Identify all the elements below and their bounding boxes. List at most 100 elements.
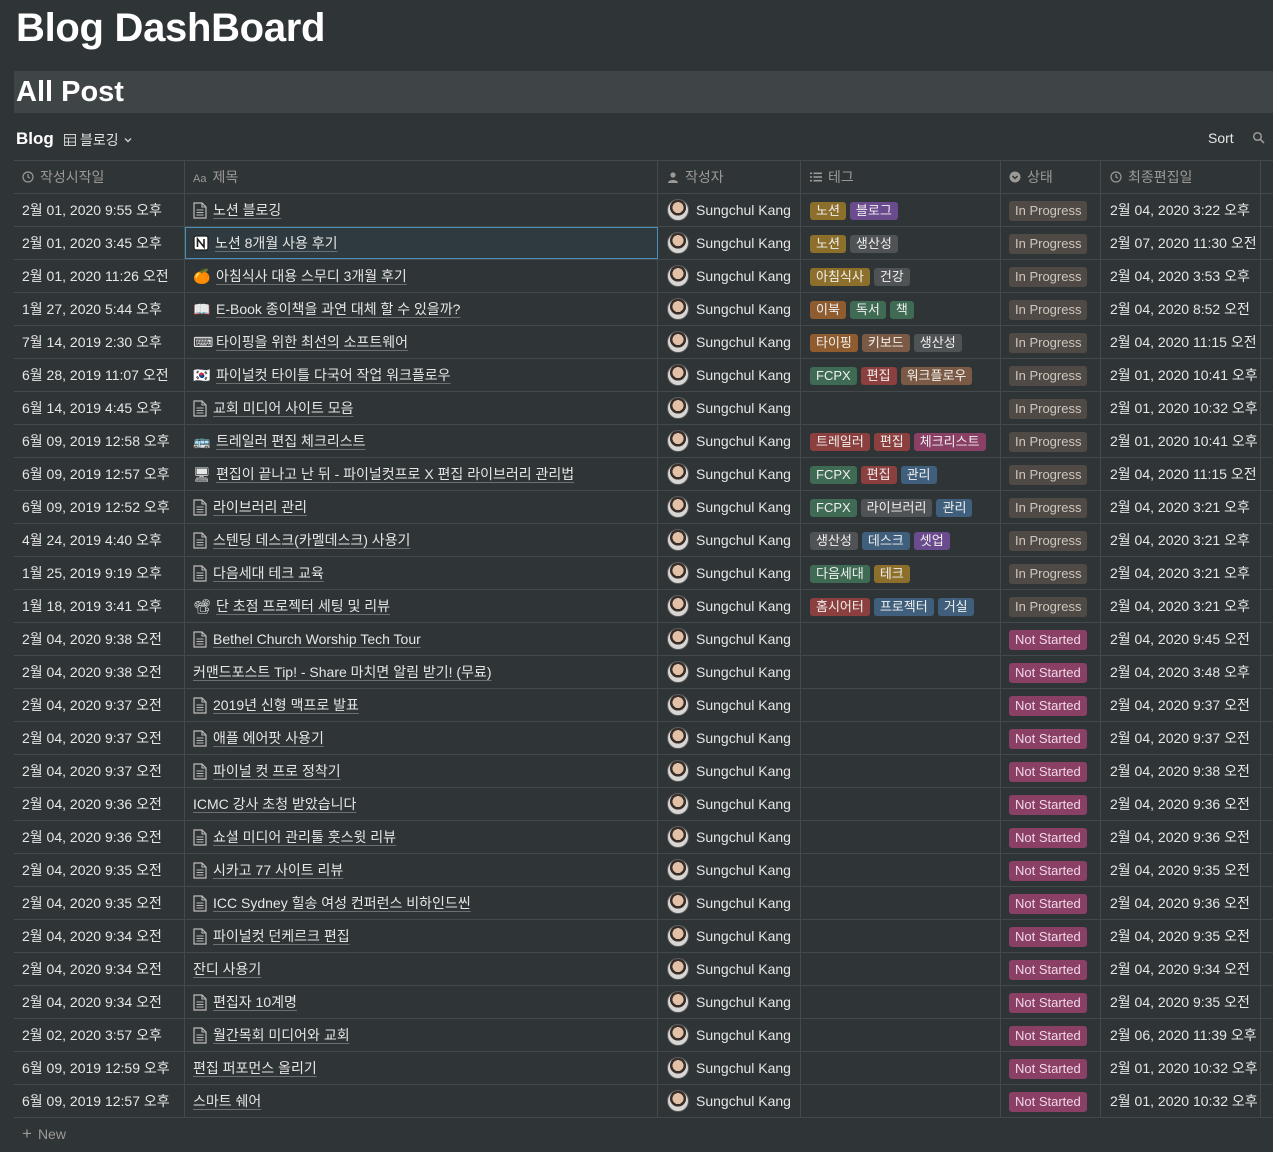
- status-cell[interactable]: Not Started: [1001, 953, 1101, 985]
- tag-badge[interactable]: 라이브러리: [860, 499, 933, 518]
- table-row[interactable]: 2월 04, 2020 9:35 오전 시카고 77 사이트 리뷰 Sungchul…: [14, 854, 1273, 887]
- title-cell[interactable]: 2019년 신형 맥프로 발표: [185, 689, 658, 721]
- author-cell[interactable]: Sungchul Kang: [658, 986, 801, 1018]
- status-cell[interactable]: In Progress: [1001, 326, 1101, 358]
- tags-cell[interactable]: [801, 722, 1001, 754]
- post-title-link[interactable]: 다음세대 테크 교육: [213, 557, 324, 589]
- column-header-title[interactable]: Aa 제목: [185, 161, 658, 193]
- tag-badge[interactable]: 아침식사: [810, 268, 870, 287]
- post-title-link[interactable]: 커맨드포스트 Tip! - Share 마치면 알림 받기! (무료): [193, 656, 491, 688]
- start-date-cell[interactable]: 4월 24, 2019 4:40 오후: [14, 524, 185, 556]
- title-cell[interactable]: 🇰🇷 파이널컷 타이틀 다국어 작업 워크플로우: [185, 359, 658, 391]
- tag-badge[interactable]: 체크리스트: [913, 433, 986, 452]
- tag-badge[interactable]: FCPX: [810, 499, 857, 518]
- table-row[interactable]: 6월 28, 2019 11:07 오전 🇰🇷 파이널컷 타이틀 다국어 작업 워크…: [14, 359, 1273, 392]
- start-date-cell[interactable]: 2월 04, 2020 9:38 오전: [14, 623, 185, 655]
- post-title-link[interactable]: 노션 블로깅: [213, 194, 281, 226]
- tags-cell[interactable]: FCPX 라이브러리 관리: [801, 491, 1001, 523]
- tags-cell[interactable]: [801, 953, 1001, 985]
- start-date-cell[interactable]: 6월 09, 2019 12:59 오후: [14, 1052, 185, 1084]
- status-cell[interactable]: In Progress: [1001, 194, 1101, 226]
- title-cell[interactable]: 교회 미디어 사이트 모음: [185, 392, 658, 424]
- tags-cell[interactable]: [801, 821, 1001, 853]
- author-cell[interactable]: Sungchul Kang: [658, 1085, 801, 1117]
- author-cell[interactable]: Sungchul Kang: [658, 788, 801, 820]
- status-cell[interactable]: In Progress: [1001, 359, 1101, 391]
- title-cell[interactable]: 🚌 트레일러 편집 체크리스트: [185, 425, 658, 457]
- author-cell[interactable]: Sungchul Kang: [658, 326, 801, 358]
- tag-badge[interactable]: 관리: [900, 466, 937, 485]
- status-cell[interactable]: Not Started: [1001, 755, 1101, 787]
- author-cell[interactable]: Sungchul Kang: [658, 293, 801, 325]
- post-title-link[interactable]: ICMC 강사 초청 받았습니다: [193, 788, 356, 820]
- tag-badge[interactable]: 생산성: [849, 235, 898, 254]
- post-title-link[interactable]: 편집이 끝나고 난 뒤 - 파이널컷프로 X 편집 라이브러리 관리법: [216, 458, 574, 490]
- tag-badge[interactable]: 편집: [860, 466, 897, 485]
- title-cell[interactable]: 다음세대 테크 교육: [185, 557, 658, 589]
- post-title-link[interactable]: 스마트 쉐어: [193, 1085, 261, 1117]
- start-date-cell[interactable]: 1월 27, 2020 5:44 오후: [14, 293, 185, 325]
- table-row[interactable]: 4월 24, 2019 4:40 오후 스텐딩 데스크(카멜데스크) 사용기 Sun…: [14, 524, 1273, 557]
- table-row[interactable]: 2월 04, 2020 9:36 오전 ICMC 강사 초청 받았습니다 Sungc…: [14, 788, 1273, 821]
- title-cell[interactable]: 파이널 컷 프로 정착기: [185, 755, 658, 787]
- status-cell[interactable]: Not Started: [1001, 986, 1101, 1018]
- author-cell[interactable]: Sungchul Kang: [658, 491, 801, 523]
- tag-badge[interactable]: 편집: [860, 367, 897, 386]
- section-title[interactable]: All Post: [16, 75, 124, 109]
- post-title-link[interactable]: 시카고 77 사이트 리뷰: [213, 854, 343, 886]
- tag-badge[interactable]: 트레일러: [810, 433, 870, 452]
- table-row[interactable]: 1월 25, 2019 9:19 오후 다음세대 테크 교육 Sungchul Ka…: [14, 557, 1273, 590]
- tags-cell[interactable]: 다음세대 테크: [801, 557, 1001, 589]
- table-row[interactable]: 2월 04, 2020 9:37 오전 2019년 신형 맥프로 발표 Sungch…: [14, 689, 1273, 722]
- status-cell[interactable]: Not Started: [1001, 788, 1101, 820]
- tag-badge[interactable]: 테크: [873, 565, 910, 584]
- table-row[interactable]: 2월 01, 2020 9:55 오후 노션 블로깅 Sungchul Kang 노션…: [14, 194, 1273, 227]
- status-cell[interactable]: Not Started: [1001, 722, 1101, 754]
- status-cell[interactable]: In Progress: [1001, 590, 1101, 622]
- tags-cell[interactable]: [801, 1019, 1001, 1051]
- author-cell[interactable]: Sungchul Kang: [658, 623, 801, 655]
- column-header-author[interactable]: 작성자: [658, 161, 801, 193]
- start-date-cell[interactable]: 2월 04, 2020 9:37 오전: [14, 755, 185, 787]
- start-date-cell[interactable]: 2월 01, 2020 11:26 오전: [14, 260, 185, 292]
- tag-badge[interactable]: 노션: [810, 202, 846, 221]
- start-date-cell[interactable]: 6월 09, 2019 12:58 오후: [14, 425, 185, 457]
- tag-badge[interactable]: 책: [889, 301, 914, 320]
- status-cell[interactable]: Not Started: [1001, 854, 1101, 886]
- title-cell[interactable]: 편집 퍼포먼스 올리기: [185, 1052, 658, 1084]
- post-title-link[interactable]: 노션 8개월 사용 후기: [215, 227, 338, 259]
- tags-cell[interactable]: FCPX 편집 관리: [801, 458, 1001, 490]
- post-title-link[interactable]: 스텐딩 데스크(카멜데스크) 사용기: [213, 524, 410, 556]
- start-date-cell[interactable]: 2월 04, 2020 9:36 오전: [14, 788, 185, 820]
- status-cell[interactable]: In Progress: [1001, 524, 1101, 556]
- title-cell[interactable]: 노션 블로깅: [185, 194, 658, 226]
- post-title-link[interactable]: 2019년 신형 맥프로 발표: [213, 689, 359, 721]
- tags-cell[interactable]: 노션 블로그: [801, 194, 1001, 226]
- tag-badge[interactable]: FCPX: [810, 466, 857, 485]
- tags-cell[interactable]: [801, 1085, 1001, 1117]
- table-row[interactable]: 2월 01, 2020 11:26 오전 🍊 아침식사 대용 스무디 3개월 후기 S…: [14, 260, 1273, 293]
- tags-cell[interactable]: 노션 생산성: [801, 227, 1001, 259]
- tag-badge[interactable]: 워크플로우: [900, 367, 973, 386]
- tags-cell[interactable]: [801, 854, 1001, 886]
- table-row[interactable]: 1월 27, 2020 5:44 오후 📖 E-Book 종이책을 과연 대체 할 …: [14, 293, 1273, 326]
- sort-button[interactable]: Sort: [1208, 130, 1234, 146]
- tags-cell[interactable]: 이북 독서 책: [801, 293, 1001, 325]
- status-cell[interactable]: Not Started: [1001, 656, 1101, 688]
- author-cell[interactable]: Sungchul Kang: [658, 722, 801, 754]
- title-cell[interactable]: 🍊 아침식사 대용 스무디 3개월 후기: [185, 260, 658, 292]
- status-cell[interactable]: Not Started: [1001, 1052, 1101, 1084]
- title-cell[interactable]: 📽 단 초점 프로젝터 세팅 및 리뷰: [185, 590, 658, 622]
- table-row[interactable]: 7월 14, 2019 2:30 오후 ⌨ 타이핑을 위한 최선의 소프트웨어 Sun…: [14, 326, 1273, 359]
- tags-cell[interactable]: [801, 755, 1001, 787]
- table-row[interactable]: 1월 18, 2019 3:41 오후 📽 단 초점 프로젝터 세팅 및 리뷰 Sun…: [14, 590, 1273, 623]
- start-date-cell[interactable]: 2월 04, 2020 9:37 오전: [14, 722, 185, 754]
- tags-cell[interactable]: [801, 986, 1001, 1018]
- title-cell[interactable]: 시카고 77 사이트 리뷰: [185, 854, 658, 886]
- tag-badge[interactable]: 생산성: [913, 334, 962, 353]
- tags-cell[interactable]: [801, 887, 1001, 919]
- title-cell[interactable]: 편집자 10계명: [185, 986, 658, 1018]
- status-cell[interactable]: Not Started: [1001, 821, 1101, 853]
- post-title-link[interactable]: 쇼셜 미디어 관리툴 훗스윗 리뷰: [213, 821, 396, 853]
- column-header-tags[interactable]: 테그: [801, 161, 1001, 193]
